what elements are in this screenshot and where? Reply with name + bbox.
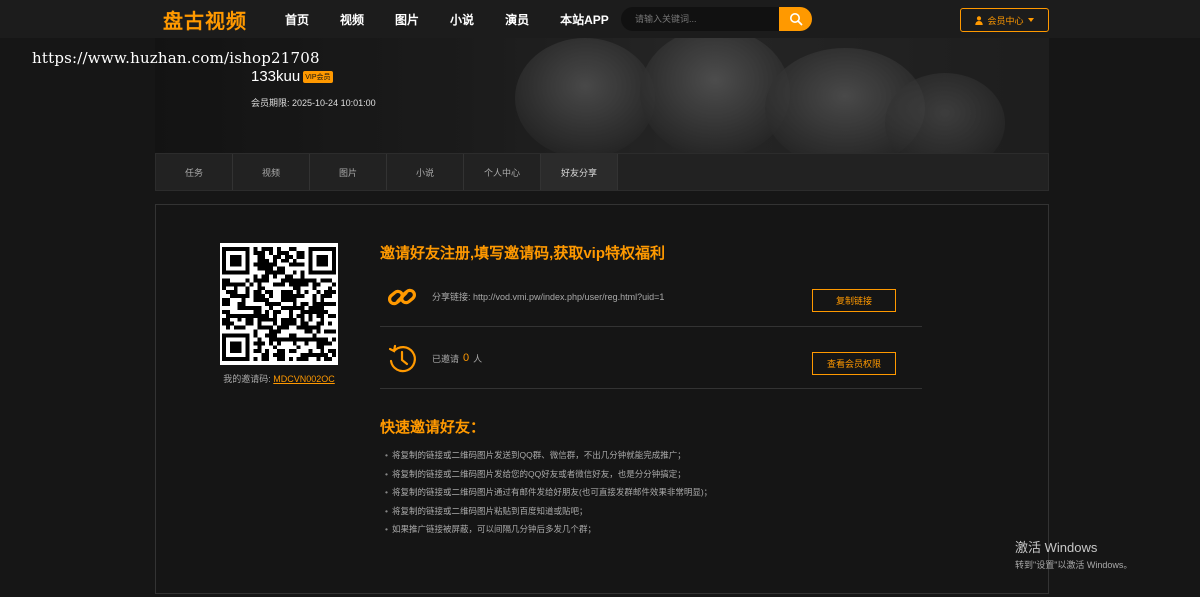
share-link-row: 分享链接: http://vod.vmi.pw/index.php/user/r…: [380, 265, 922, 327]
invite-panel: 我的邀请码: MDCVN002OC 邀请好友注册,填写邀请码,获取vip特权福利…: [155, 204, 1049, 594]
share-link-text: 分享链接: http://vod.vmi.pw/index.php/user/r…: [432, 291, 665, 302]
invited-count-row: 已邀请 0 人 查看会员权限: [380, 327, 922, 389]
expiry-label: 会员期限:: [251, 98, 290, 108]
windows-activation-notice: 激活 Windows 转到"设置"以激活 Windows。: [1015, 537, 1132, 571]
list-item: 将复制的链接或二维码图片粘贴到百度知道或贴吧；: [385, 502, 712, 521]
username: 133kuu: [251, 68, 301, 85]
chevron-down-icon: [1027, 18, 1034, 22]
search-input[interactable]: [621, 7, 781, 31]
search-box: [621, 7, 812, 31]
invite-headline: 邀请好友注册,填写邀请码,获取vip特权福利: [380, 245, 666, 262]
tab-friend-share[interactable]: 好友分享: [541, 154, 618, 190]
logo-text: 盘古视频: [163, 10, 247, 33]
user-icon: [975, 15, 984, 25]
history-icon: [388, 344, 416, 373]
site-logo[interactable]: 盘古视频: [163, 5, 247, 33]
vip-badge: VIP会员: [303, 70, 333, 83]
nav-item-video[interactable]: 视频: [340, 11, 364, 28]
invited-label: 已邀请: [432, 353, 460, 364]
list-item: 如果推广链接被屏蔽，可以间隔几分钟后多发几个群；: [385, 520, 712, 539]
windows-activation-title: 激活 Windows: [1015, 540, 1098, 555]
invite-code-line: 我的邀请码: MDCVN002OC: [196, 372, 362, 385]
main-nav: 首页 视频 图片 小说 演员 本站APP: [285, 0, 640, 38]
watermark-url: https://www.huzhan.com/ishop21708: [32, 49, 320, 67]
tab-videos[interactable]: 视频: [233, 154, 310, 190]
qr-code: [220, 243, 338, 365]
search-icon: [789, 13, 802, 26]
profile-username-row: 133kuu VIP会员: [251, 68, 333, 85]
copy-link-button[interactable]: 复制链接: [812, 289, 896, 312]
invite-code[interactable]: MDCVN002OC: [273, 374, 335, 384]
list-item: 将复制的链接或二维码图片发送到QQ群、微信群，不出几分钟就能完成推广；: [385, 446, 712, 465]
qr-code-image: [222, 247, 336, 361]
membership-expiry: 会员期限: 2025-10-24 10:01:00: [251, 96, 376, 109]
view-member-rights-button[interactable]: 查看会员权限: [812, 352, 896, 375]
link-icon: [387, 288, 417, 306]
member-center-label: 会员中心: [987, 15, 1024, 26]
member-center-button[interactable]: 会员中心: [960, 8, 1049, 32]
expiry-value: 2025-10-24 10:01:00: [292, 98, 376, 108]
invited-text: 已邀请 0 人: [432, 327, 482, 389]
tab-tasks[interactable]: 任务: [156, 154, 233, 190]
windows-activation-subtitle: 转到"设置"以激活 Windows。: [1015, 560, 1133, 570]
search-button[interactable]: [779, 7, 812, 31]
invited-count: 0: [463, 352, 470, 364]
profile-tabs: 任务 视频 图片 小说 个人中心 好友分享: [155, 153, 1049, 191]
quick-invite-title: 快速邀请好友：: [380, 419, 486, 436]
quick-invite-tips: 将复制的链接或二维码图片发送到QQ群、微信群，不出几分钟就能完成推广； 将复制的…: [385, 446, 712, 539]
tab-novels[interactable]: 小说: [387, 154, 464, 190]
list-item: 将复制的链接或二维码图片通过有邮件发给好朋友(也可直接发群邮件效果非常明显)；: [385, 483, 712, 502]
tab-pictures[interactable]: 图片: [310, 154, 387, 190]
tab-personal-center[interactable]: 个人中心: [464, 154, 541, 190]
invited-unit: 人: [473, 353, 483, 364]
invite-code-label: 我的邀请码:: [223, 374, 271, 384]
top-navbar: 盘古视频 首页 视频 图片 小说 演员 本站APP 会员中心: [0, 0, 1200, 38]
nav-item-pictures[interactable]: 图片: [395, 11, 419, 28]
nav-item-app[interactable]: 本站APP: [560, 11, 609, 28]
nav-item-novels[interactable]: 小说: [450, 11, 474, 28]
list-item: 将复制的链接或二维码图片发给您的QQ好友或者微信好友，也是分分钟搞定；: [385, 465, 712, 484]
nav-item-actors[interactable]: 演员: [505, 11, 529, 28]
nav-item-home[interactable]: 首页: [285, 11, 309, 28]
